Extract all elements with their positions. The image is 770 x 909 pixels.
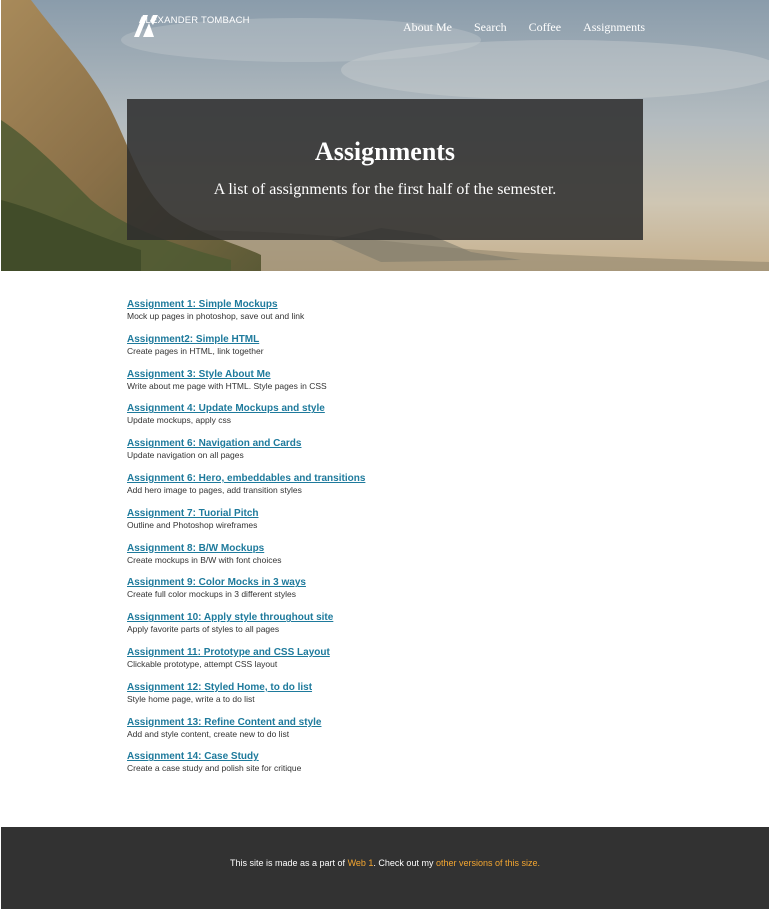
list-item: Assignment 8: B/W Mockups Create mockups… (127, 542, 547, 577)
list-item: Assignment 13: Refine Content and style … (127, 716, 547, 751)
assignment-link[interactable]: Assignment 1: Simple Mockups (127, 298, 547, 311)
footer-text: This site is made as a part of Web 1. Ch… (1, 858, 769, 868)
logo-mark-icon (134, 15, 158, 37)
footer-other-versions-link[interactable]: other versions of this size. (436, 858, 540, 868)
assignment-link[interactable]: Assignment 7: Tuorial Pitch (127, 507, 547, 520)
list-item: Assignment 12: Styled Home, to do list S… (127, 681, 547, 716)
assignment-description: Create pages in HTML, link together (127, 345, 264, 356)
assignment-description: Add hero image to pages, add transition … (127, 484, 302, 495)
assignment-description: Update navigation on all pages (127, 450, 244, 461)
assignment-link[interactable]: Assignment2: Simple HTML (127, 333, 547, 346)
list-item: Assignment 6: Hero, embeddables and tran… (127, 472, 547, 507)
site-logo[interactable]: ALEXANDER TOMBACH (134, 15, 250, 37)
nav-assignments[interactable]: Assignments (583, 20, 645, 35)
footer-text-middle: . Check out my (373, 858, 436, 868)
page-title: Assignments (314, 137, 456, 166)
assignment-link[interactable]: Assignment 11: Prototype and CSS Layout (127, 646, 547, 659)
assignment-link[interactable]: Assignment 4: Update Mockups and style (127, 402, 547, 415)
main-nav: About Me Search Coffee Assignments (403, 20, 645, 35)
assignment-link[interactable]: Assignment 9: Color Mocks in 3 ways (127, 576, 547, 589)
assignment-description: Clickable prototype, attempt CSS layout (127, 658, 278, 669)
assignment-description: Outline and Photoshop wireframes (127, 519, 258, 530)
assignment-link[interactable]: Assignment 13: Refine Content and style (127, 716, 547, 729)
assignment-description: Create a case study and polish site for … (127, 763, 302, 774)
assignment-description: Create full color mockups in 3 different… (127, 589, 296, 600)
list-item: Assignment 9: Color Mocks in 3 ways Crea… (127, 576, 547, 611)
assignment-link[interactable]: Assignment 3: Style About Me (127, 368, 547, 381)
footer-text-before: This site is made as a part of (230, 858, 348, 868)
assignment-link[interactable]: Assignment 10: Apply style throughout si… (127, 611, 547, 624)
list-item: Assignment 10: Apply style throughout si… (127, 611, 547, 646)
assignment-link[interactable]: Assignment 8: B/W Mockups (127, 542, 547, 555)
assignment-description: Add and style content, create new to do … (127, 728, 290, 739)
assignment-link[interactable]: Assignment 6: Hero, embeddables and tran… (127, 472, 547, 485)
assignment-description: Apply favorite parts of styles to all pa… (127, 624, 280, 635)
assignment-description: Update mockups, apply css (127, 415, 231, 426)
page-subtitle: A list of assignments for the first half… (213, 181, 557, 198)
nav-search[interactable]: Search (474, 20, 507, 35)
assignment-link[interactable]: Assignment 14: Case Study (127, 750, 547, 763)
assignment-list: Assignment 1: Simple Mockups Mock up pag… (127, 298, 547, 785)
assignment-link[interactable]: Assignment 12: Styled Home, to do list (127, 681, 547, 694)
hero-title-box: Assignments A list of assignments for th… (127, 99, 643, 240)
site-footer: This site is made as a part of Web 1. Ch… (1, 827, 769, 909)
assignment-description: Style home page, write a to do list (127, 693, 255, 704)
list-item: Assignment 1: Simple Mockups Mock up pag… (127, 298, 547, 333)
assignment-description: Create mockups in B/W with font choices (127, 554, 282, 565)
assignment-link[interactable]: Assignment 6: Navigation and Cards (127, 437, 547, 450)
assignment-description: Write about me page with HTML. Style pag… (127, 380, 327, 391)
assignment-description: Mock up pages in photoshop, save out and… (127, 311, 305, 321)
list-item: Assignment 14: Case Study Create a case … (127, 750, 547, 785)
nav-coffee[interactable]: Coffee (529, 20, 561, 35)
list-item: Assignment 3: Style About Me Write about… (127, 368, 547, 403)
nav-about-me[interactable]: About Me (403, 20, 452, 35)
list-item: Assignment 11: Prototype and CSS Layout … (127, 646, 547, 681)
hero-banner: ALEXANDER TOMBACH About Me Search Coffee… (1, 0, 769, 271)
footer-web1-link[interactable]: Web 1 (348, 858, 374, 868)
list-item: Assignment 4: Update Mockups and style U… (127, 402, 547, 437)
list-item: Assignment2: Simple HTML Create pages in… (127, 333, 547, 368)
list-item: Assignment 6: Navigation and Cards Updat… (127, 437, 547, 472)
list-item: Assignment 7: Tuorial Pitch Outline and … (127, 507, 547, 542)
